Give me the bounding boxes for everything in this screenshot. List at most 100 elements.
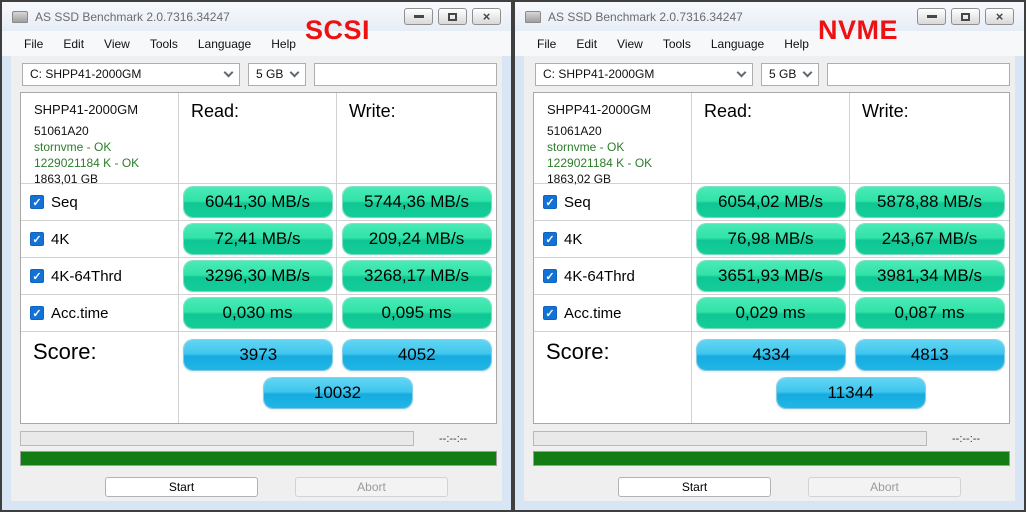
test-size-select[interactable]: 5 GB	[761, 63, 819, 86]
4k-read-cell: 72,41 MB/s	[179, 221, 337, 258]
test-size-value: 5 GB	[256, 67, 283, 81]
drive-offset-status: 1229021184 K - OK	[34, 156, 178, 170]
drive-select-value: C: SHPP41-2000GM	[543, 67, 654, 81]
drive-info-panel: SHPP41-2000GM 51061A20 stornvme - OK 122…	[534, 93, 692, 184]
seq-row-label: ✓ Seq	[21, 184, 179, 221]
menu-view[interactable]: View	[607, 34, 653, 54]
4k64-read-cell: 3651,93 MB/s	[692, 258, 850, 295]
title-bar: AS SSD Benchmark 2.0.7316.34247 ×	[2, 2, 511, 31]
menu-tools[interactable]: Tools	[653, 34, 701, 54]
acctime-checkbox[interactable]: ✓	[543, 306, 557, 320]
check-icon: ✓	[32, 270, 41, 283]
client-area: C: SHPP41-2000GM 5 GB SHPP41-2000GM 5106…	[524, 56, 1015, 501]
write-column-header: Write:	[337, 93, 496, 184]
window-title: AS SSD Benchmark 2.0.7316.34247	[35, 10, 230, 24]
minimize-button[interactable]	[404, 8, 433, 25]
maximize-icon	[448, 13, 457, 21]
window-title: AS SSD Benchmark 2.0.7316.34247	[548, 10, 743, 24]
seq-checkbox[interactable]: ✓	[543, 195, 557, 209]
drive-driver-status: stornvme - OK	[34, 140, 178, 154]
seq-write-cell: 5744,36 MB/s	[337, 184, 496, 221]
4k-write-cell: 209,24 MB/s	[337, 221, 496, 258]
4k64-read-value: 3651,93 MB/s	[697, 261, 845, 291]
acctime-write-value: 0,087 ms	[856, 298, 1004, 328]
minimize-button[interactable]	[917, 8, 946, 25]
4k-write-cell: 243,67 MB/s	[850, 221, 1009, 258]
score-read-value: 3973	[184, 340, 332, 370]
check-icon: ✓	[32, 233, 41, 246]
close-icon: ×	[996, 10, 1004, 23]
benchmark-window-scsi: SCSI AS SSD Benchmark 2.0.7316.34247 × F…	[0, 0, 513, 512]
chevron-down-icon	[290, 67, 300, 77]
drive-model: SHPP41-2000GM	[547, 102, 691, 117]
menu-bar: File Edit View Tools Language Help	[2, 31, 511, 56]
close-button[interactable]: ×	[985, 8, 1014, 25]
abort-button[interactable]: Abort	[295, 477, 448, 497]
menu-file[interactable]: File	[14, 34, 53, 54]
drive-select[interactable]: C: SHPP41-2000GM	[22, 63, 240, 86]
abort-button[interactable]: Abort	[808, 477, 961, 497]
maximize-button[interactable]	[438, 8, 467, 25]
combo-bar: C: SHPP41-2000GM 5 GB	[524, 56, 1015, 87]
acctime-read-value: 0,030 ms	[184, 298, 332, 328]
close-icon: ×	[483, 10, 491, 23]
elapsed-time: --:--:--	[439, 433, 467, 445]
menu-help[interactable]: Help	[774, 34, 819, 54]
score-read-value: 4334	[697, 340, 845, 370]
window-controls: ×	[404, 8, 501, 25]
check-icon: ✓	[32, 196, 41, 209]
chevron-down-icon	[224, 67, 234, 77]
start-button[interactable]: Start	[105, 477, 258, 497]
menu-bar: File Edit View Tools Language Help	[515, 31, 1024, 56]
minimize-icon	[414, 15, 424, 18]
seq-read-cell: 6054,02 MB/s	[692, 184, 850, 221]
score-panel: 3973 4052 10032	[179, 332, 496, 423]
maximize-button[interactable]	[951, 8, 980, 25]
seq-row-label: ✓ Seq	[534, 184, 692, 221]
seq-read-value: 6054,02 MB/s	[697, 187, 845, 217]
menu-view[interactable]: View	[94, 34, 140, 54]
check-icon: ✓	[545, 270, 554, 283]
acctime-write-cell: 0,095 ms	[337, 295, 496, 332]
4k64-write-value: 3268,17 MB/s	[343, 261, 491, 291]
test-size-select[interactable]: 5 GB	[248, 63, 306, 86]
menu-edit[interactable]: Edit	[53, 34, 94, 54]
score-total-value: 10032	[264, 378, 412, 408]
menu-language[interactable]: Language	[188, 34, 261, 54]
4k-checkbox[interactable]: ✓	[543, 232, 557, 246]
menu-language[interactable]: Language	[701, 34, 774, 54]
read-column-header: Read:	[179, 93, 337, 184]
results-table: SHPP41-2000GM 51061A20 stornvme - OK 122…	[533, 92, 1010, 424]
benchmark-name-field[interactable]	[827, 63, 1010, 86]
close-button[interactable]: ×	[472, 8, 501, 25]
acctime-row-label: ✓ Acc.time	[21, 295, 179, 332]
menu-file[interactable]: File	[527, 34, 566, 54]
4k64-row-label: ✓ 4K-64Thrd	[21, 258, 179, 295]
write-column-header: Write:	[850, 93, 1009, 184]
maximize-icon	[961, 13, 970, 21]
acctime-row-label: ✓ Acc.time	[534, 295, 692, 332]
start-button[interactable]: Start	[618, 477, 771, 497]
total-progress-bar	[533, 451, 1010, 466]
seq-checkbox[interactable]: ✓	[30, 195, 44, 209]
progress-bar	[20, 431, 414, 446]
4k64-checkbox[interactable]: ✓	[543, 269, 557, 283]
menu-help[interactable]: Help	[261, 34, 306, 54]
4k-write-value: 209,24 MB/s	[343, 224, 491, 254]
acctime-write-cell: 0,087 ms	[850, 295, 1009, 332]
annotation-label: SCSI	[305, 15, 370, 46]
acctime-read-cell: 0,030 ms	[179, 295, 337, 332]
4k64-row-label: ✓ 4K-64Thrd	[534, 258, 692, 295]
acctime-checkbox[interactable]: ✓	[30, 306, 44, 320]
menu-edit[interactable]: Edit	[566, 34, 607, 54]
menu-tools[interactable]: Tools	[140, 34, 188, 54]
drive-offset-status: 1229021184 K - OK	[547, 156, 691, 170]
results-table: SHPP41-2000GM 51061A20 stornvme - OK 122…	[20, 92, 497, 424]
total-progress-bar	[20, 451, 497, 466]
4k64-checkbox[interactable]: ✓	[30, 269, 44, 283]
score-panel: 4334 4813 11344	[692, 332, 1009, 423]
progress-bar	[533, 431, 927, 446]
benchmark-name-field[interactable]	[314, 63, 497, 86]
drive-select[interactable]: C: SHPP41-2000GM	[535, 63, 753, 86]
4k-checkbox[interactable]: ✓	[30, 232, 44, 246]
